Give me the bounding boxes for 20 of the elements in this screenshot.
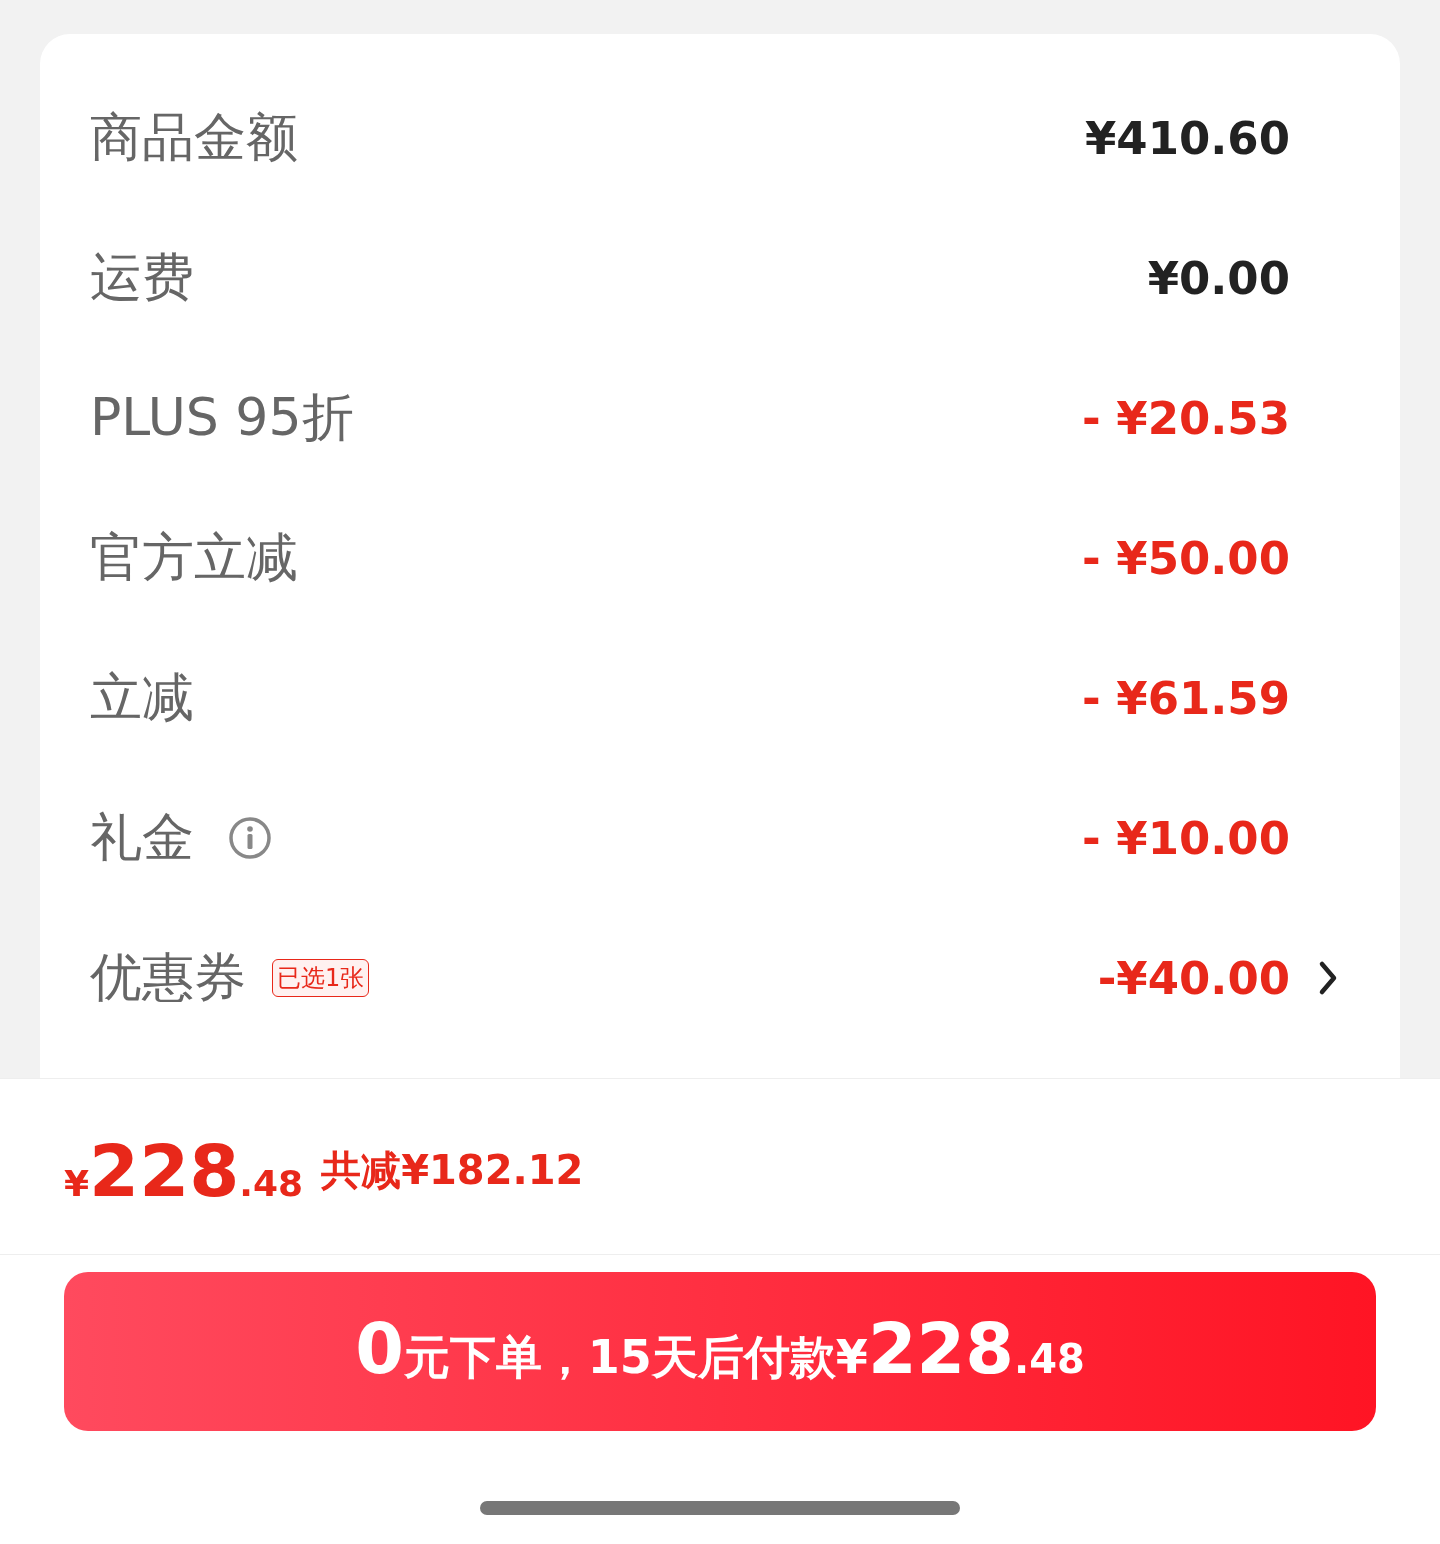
amount-value: ¥410.60 bbox=[1085, 111, 1290, 165]
row-label: 运费 bbox=[90, 246, 194, 309]
chevron-icon[interactable] bbox=[1318, 960, 1338, 996]
selected-badge: 已选1张 bbox=[272, 959, 370, 997]
total-price: ¥228.48 bbox=[64, 1128, 304, 1213]
info-icon[interactable] bbox=[228, 816, 272, 860]
pay-button[interactable]: 0元下单，15天后付款¥228.48 bbox=[64, 1272, 1376, 1431]
amount-value: -¥40.00 bbox=[1097, 951, 1290, 1005]
amount-value: - ¥61.59 bbox=[1082, 671, 1290, 725]
amount-value: ¥0.00 bbox=[1147, 251, 1290, 305]
row-label: 礼金 bbox=[90, 806, 194, 869]
row-label: PLUS 95折 bbox=[90, 386, 354, 449]
amount-value: - ¥20.53 bbox=[1082, 391, 1290, 445]
row-label: 立减 bbox=[90, 666, 194, 729]
row-label: 官方立减 bbox=[90, 526, 298, 589]
row-label: 优惠券 bbox=[90, 946, 246, 1009]
row-label: 商品金额 bbox=[90, 106, 298, 169]
amount-value: - ¥10.00 bbox=[1082, 811, 1290, 865]
savings-text: 共减¥182.12 bbox=[321, 1146, 584, 1195]
amount-value: - ¥50.00 bbox=[1082, 531, 1290, 585]
